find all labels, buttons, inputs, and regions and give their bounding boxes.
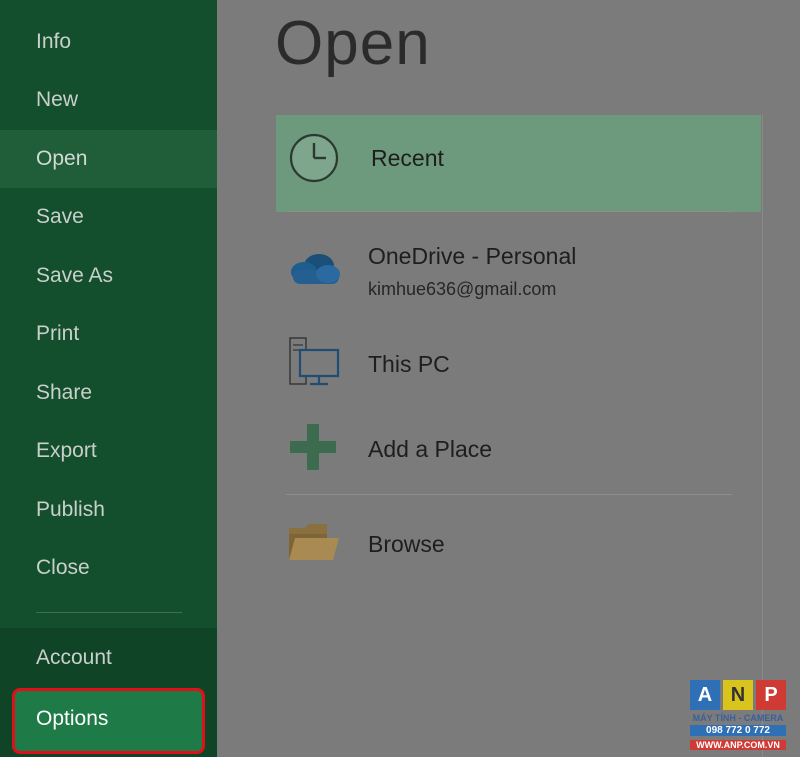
wm-url: WWW.ANP.COM.VN (690, 740, 786, 750)
anp-watermark-logo: A N P MÁY TÍNH - CAMERA 098 772 0 772 WW… (690, 680, 786, 756)
wm-letter-p: P (756, 680, 786, 710)
sidebar-item-options[interactable]: Options (36, 690, 108, 748)
sidebar-item-close[interactable]: Close (0, 539, 217, 597)
sidebar-item-export[interactable]: Export (0, 422, 217, 480)
clock-icon (289, 133, 339, 183)
place-onedrive-label[interactable]: OneDrive - Personal (368, 243, 576, 270)
place-onedrive-email: kimhue636@gmail.com (368, 279, 557, 299)
places-divider-bottom (286, 494, 732, 495)
wm-phone: 098 772 0 772 (690, 725, 786, 736)
sidebar-item-save-as[interactable]: Save As (0, 247, 217, 305)
place-recent[interactable] (276, 115, 761, 212)
sidebar-item-new[interactable]: New (0, 71, 217, 129)
wm-letter-n: N (723, 680, 753, 710)
folder-icon (289, 524, 339, 560)
sidebar-item-info[interactable]: Info (0, 13, 217, 71)
place-recent-label: Recent (371, 145, 444, 171)
sidebar-item-save[interactable]: Save (0, 188, 217, 246)
place-this-pc-label[interactable]: This PC (368, 351, 450, 378)
plus-icon (290, 424, 336, 470)
places-divider-top (286, 211, 732, 212)
page-title: Open (275, 9, 431, 78)
place-add-place-label[interactable]: Add a Place (368, 436, 492, 463)
sidebar-divider (36, 612, 182, 613)
backstage-sidebar: Info New Open Save Save As Print Share E… (0, 0, 217, 757)
sidebar-item-account[interactable]: Account (0, 629, 217, 687)
sidebar-item-print[interactable]: Print (0, 305, 217, 363)
sidebar-item-open[interactable]: Open (0, 130, 217, 188)
computer-icon (289, 337, 340, 386)
sidebar-item-share[interactable]: Share (0, 364, 217, 422)
place-browse-label[interactable]: Browse (368, 531, 445, 558)
wm-letter-a: A (690, 680, 720, 710)
sidebar-item-publish[interactable]: Publish (0, 481, 217, 539)
wm-tagline: MÁY TÍNH - CAMERA (692, 713, 784, 723)
onedrive-cloud-icon (291, 254, 340, 284)
